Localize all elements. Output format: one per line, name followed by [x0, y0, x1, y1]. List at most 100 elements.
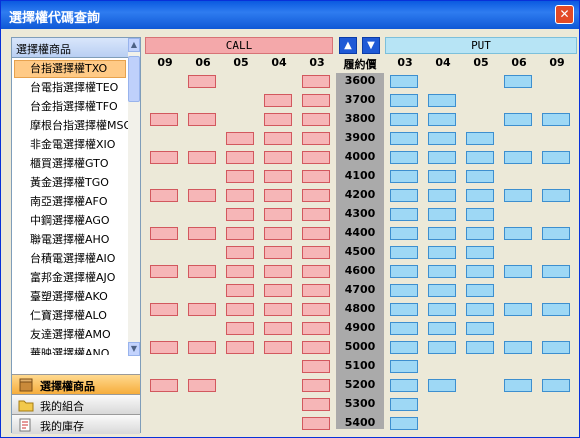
call-option-cell[interactable]: [302, 189, 330, 202]
put-option-cell[interactable]: [542, 341, 570, 354]
list-item[interactable]: 櫃買選擇權GTO: [12, 154, 128, 173]
call-option-cell[interactable]: [226, 170, 254, 183]
put-option-cell[interactable]: [542, 265, 570, 278]
put-option-cell[interactable]: [466, 246, 494, 259]
list-item[interactable]: 台指選擇權TXO: [14, 60, 126, 78]
list-item[interactable]: 富邦金選擇權AJO: [12, 268, 128, 287]
call-option-cell[interactable]: [302, 94, 330, 107]
put-option-cell[interactable]: [390, 360, 418, 373]
list-item[interactable]: 友達選擇權AMO: [12, 325, 128, 344]
put-option-cell[interactable]: [390, 132, 418, 145]
call-option-cell[interactable]: [226, 151, 254, 164]
put-option-cell[interactable]: [428, 208, 456, 221]
call-option-cell[interactable]: [302, 151, 330, 164]
call-option-cell[interactable]: [226, 246, 254, 259]
put-option-cell[interactable]: [390, 227, 418, 240]
call-option-cell[interactable]: [188, 227, 216, 240]
call-option-cell[interactable]: [188, 379, 216, 392]
call-option-cell[interactable]: [302, 208, 330, 221]
nav-option-products[interactable]: 選擇權商品: [12, 374, 140, 394]
put-option-cell[interactable]: [428, 265, 456, 278]
put-option-cell[interactable]: [428, 379, 456, 392]
call-option-cell[interactable]: [226, 208, 254, 221]
put-option-cell[interactable]: [504, 341, 532, 354]
call-option-cell[interactable]: [264, 170, 292, 183]
put-option-cell[interactable]: [390, 151, 418, 164]
put-option-cell[interactable]: [390, 189, 418, 202]
call-option-cell[interactable]: [264, 189, 292, 202]
put-option-cell[interactable]: [466, 322, 494, 335]
put-option-cell[interactable]: [504, 151, 532, 164]
put-option-cell[interactable]: [542, 189, 570, 202]
sort-down-button[interactable]: ▼: [362, 37, 380, 54]
put-option-cell[interactable]: [428, 189, 456, 202]
list-item[interactable]: 臺塑選擇權AKO: [12, 287, 128, 306]
put-option-cell[interactable]: [504, 75, 532, 88]
put-option-cell[interactable]: [466, 341, 494, 354]
nav-my-portfolio[interactable]: 我的組合: [12, 394, 140, 414]
call-option-cell[interactable]: [150, 151, 178, 164]
put-option-cell[interactable]: [428, 341, 456, 354]
list-item[interactable]: 黃金選擇權TGO: [12, 173, 128, 192]
call-option-cell[interactable]: [188, 151, 216, 164]
list-item[interactable]: 台電指選擇權TEO: [12, 78, 128, 97]
call-option-cell[interactable]: [188, 113, 216, 126]
call-option-cell[interactable]: [302, 113, 330, 126]
call-option-cell[interactable]: [264, 303, 292, 316]
call-option-cell[interactable]: [302, 227, 330, 240]
call-option-cell[interactable]: [150, 227, 178, 240]
sort-up-button[interactable]: ▲: [339, 37, 357, 54]
put-option-cell[interactable]: [428, 227, 456, 240]
put-option-cell[interactable]: [542, 113, 570, 126]
list-item[interactable]: 非金電選擇權XIO: [12, 135, 128, 154]
list-item[interactable]: 仁寶選擇權ALO: [12, 306, 128, 325]
put-option-cell[interactable]: [466, 303, 494, 316]
put-option-cell[interactable]: [390, 379, 418, 392]
list-item[interactable]: 中鋼選擇權AGO: [12, 211, 128, 230]
call-option-cell[interactable]: [302, 398, 330, 411]
title-bar[interactable]: 選擇權代碼查詢 ✕: [1, 1, 579, 29]
call-option-cell[interactable]: [302, 379, 330, 392]
call-option-cell[interactable]: [226, 189, 254, 202]
put-option-cell[interactable]: [390, 284, 418, 297]
scroll-thumb[interactable]: [128, 56, 140, 102]
call-option-cell[interactable]: [264, 113, 292, 126]
put-option-cell[interactable]: [542, 379, 570, 392]
put-option-cell[interactable]: [504, 113, 532, 126]
close-button[interactable]: ✕: [555, 5, 574, 24]
put-option-cell[interactable]: [466, 227, 494, 240]
list-item[interactable]: 台金指選擇權TFO: [12, 97, 128, 116]
call-option-cell[interactable]: [302, 341, 330, 354]
put-option-cell[interactable]: [428, 170, 456, 183]
call-option-cell[interactable]: [302, 246, 330, 259]
put-option-cell[interactable]: [466, 132, 494, 145]
put-option-cell[interactable]: [428, 151, 456, 164]
call-option-cell[interactable]: [264, 284, 292, 297]
list-item[interactable]: 摩根台指選擇權MSO: [12, 116, 128, 135]
put-option-cell[interactable]: [428, 246, 456, 259]
put-option-cell[interactable]: [504, 265, 532, 278]
put-option-cell[interactable]: [390, 322, 418, 335]
put-option-cell[interactable]: [390, 208, 418, 221]
put-option-cell[interactable]: [390, 341, 418, 354]
call-option-cell[interactable]: [302, 303, 330, 316]
put-option-cell[interactable]: [466, 170, 494, 183]
call-option-cell[interactable]: [264, 132, 292, 145]
scroll-down-button[interactable]: ▼: [128, 342, 140, 356]
put-option-cell[interactable]: [504, 227, 532, 240]
call-option-cell[interactable]: [188, 303, 216, 316]
call-option-cell[interactable]: [150, 379, 178, 392]
call-option-cell[interactable]: [226, 284, 254, 297]
call-option-cell[interactable]: [150, 113, 178, 126]
put-option-cell[interactable]: [428, 303, 456, 316]
call-option-cell[interactable]: [188, 189, 216, 202]
call-option-cell[interactable]: [226, 132, 254, 145]
put-option-cell[interactable]: [390, 94, 418, 107]
put-option-cell[interactable]: [390, 113, 418, 126]
put-option-cell[interactable]: [428, 284, 456, 297]
put-option-cell[interactable]: [390, 398, 418, 411]
call-option-cell[interactable]: [226, 322, 254, 335]
call-option-cell[interactable]: [302, 170, 330, 183]
call-option-cell[interactable]: [302, 322, 330, 335]
call-option-cell[interactable]: [188, 75, 216, 88]
